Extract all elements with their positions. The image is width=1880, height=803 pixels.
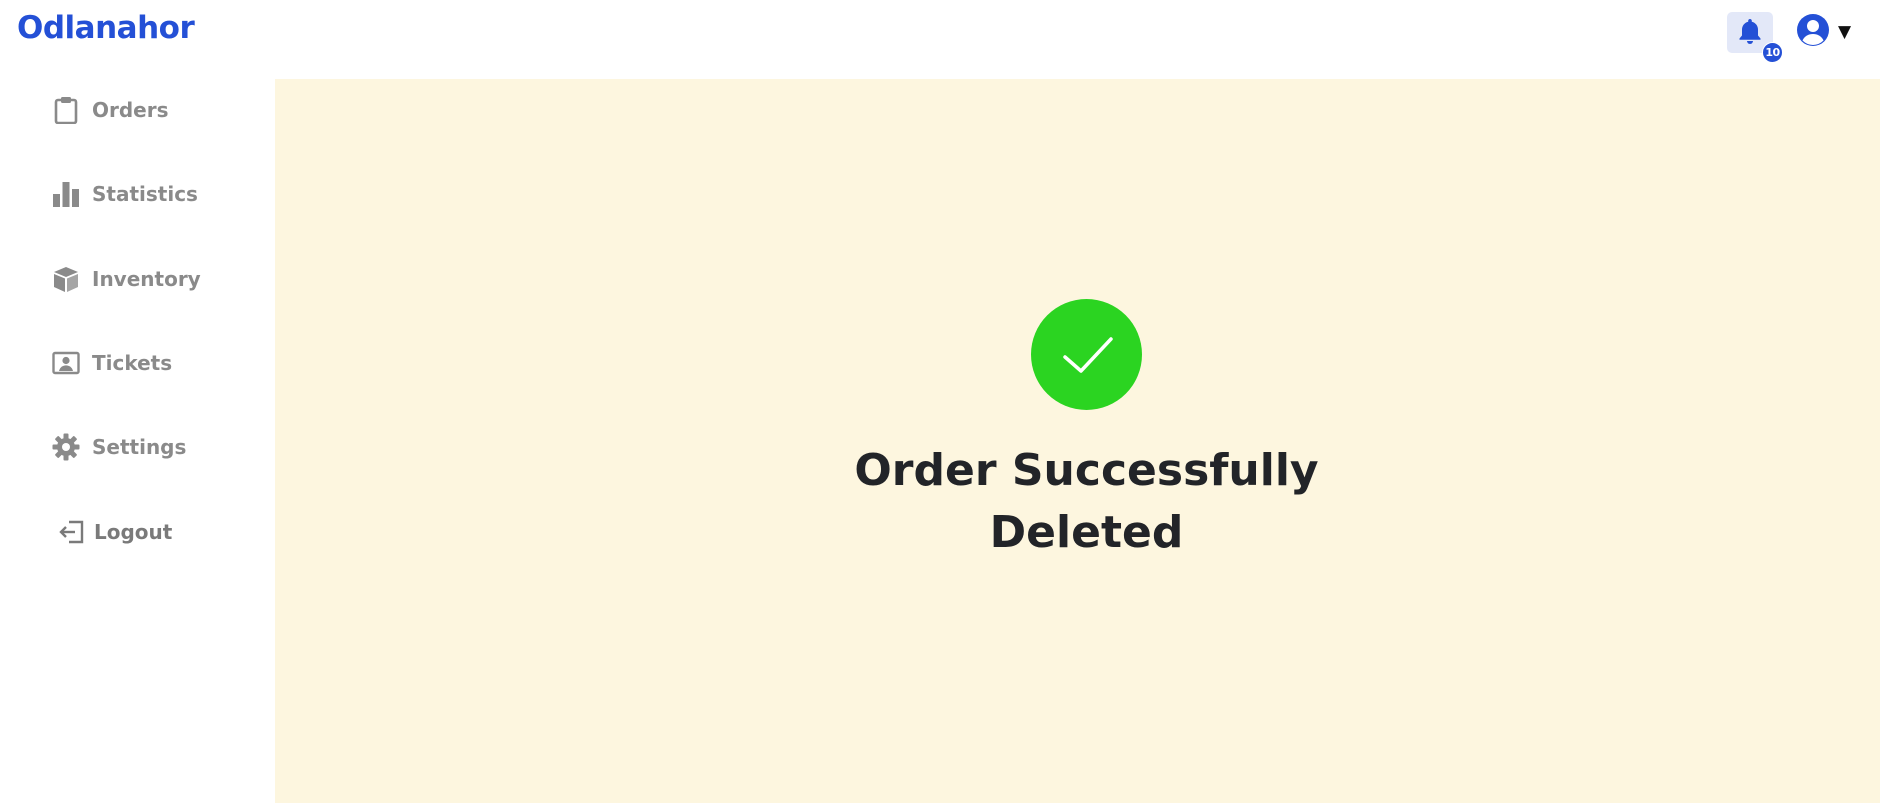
sidebar-item-tickets[interactable]: Tickets <box>50 343 250 383</box>
logout-icon <box>56 516 88 548</box>
clipboard-icon <box>50 94 82 126</box>
sidebar-item-orders[interactable]: Orders <box>50 90 250 130</box>
ticket-user-icon <box>50 347 82 379</box>
user-menu-toggle[interactable]: ▼ <box>1796 14 1860 50</box>
sidebar-item-label: Logout <box>94 520 173 544</box>
sidebar-item-inventory[interactable]: Inventory <box>50 259 250 299</box>
brand-logo[interactable]: Odlanahor <box>17 10 195 46</box>
bell-icon <box>1737 17 1763 49</box>
top-header: Odlanahor 10 ▼ <box>0 0 1880 79</box>
sidebar-item-statistics[interactable]: Statistics <box>50 174 250 214</box>
gear-icon <box>50 431 82 463</box>
sidebar: Orders Statistics Inventory Tickets Sett… <box>0 79 275 803</box>
check-circle-icon <box>1031 299 1142 410</box>
user-circle-icon <box>1796 13 1830 51</box>
box-icon <box>50 263 82 295</box>
main-content: Order Successfully Deleted <box>275 79 1880 803</box>
sidebar-item-logout[interactable]: Logout <box>56 512 256 552</box>
success-panel: Order Successfully Deleted <box>275 299 1880 564</box>
sidebar-item-settings[interactable]: Settings <box>50 427 250 467</box>
sidebar-item-label: Tickets <box>92 351 173 375</box>
sidebar-item-label: Statistics <box>92 182 198 206</box>
sidebar-item-label: Inventory <box>92 267 201 291</box>
chevron-down-icon: ▼ <box>1838 21 1852 42</box>
notification-count-badge: 10 <box>1762 42 1783 63</box>
bar-chart-icon <box>50 178 82 210</box>
success-message: Order Successfully Deleted <box>854 445 1319 558</box>
sidebar-item-label: Orders <box>92 98 169 122</box>
app-root: Odlanahor 10 ▼ Orders Statistics Invento… <box>0 0 1880 803</box>
sidebar-item-label: Settings <box>92 435 187 459</box>
